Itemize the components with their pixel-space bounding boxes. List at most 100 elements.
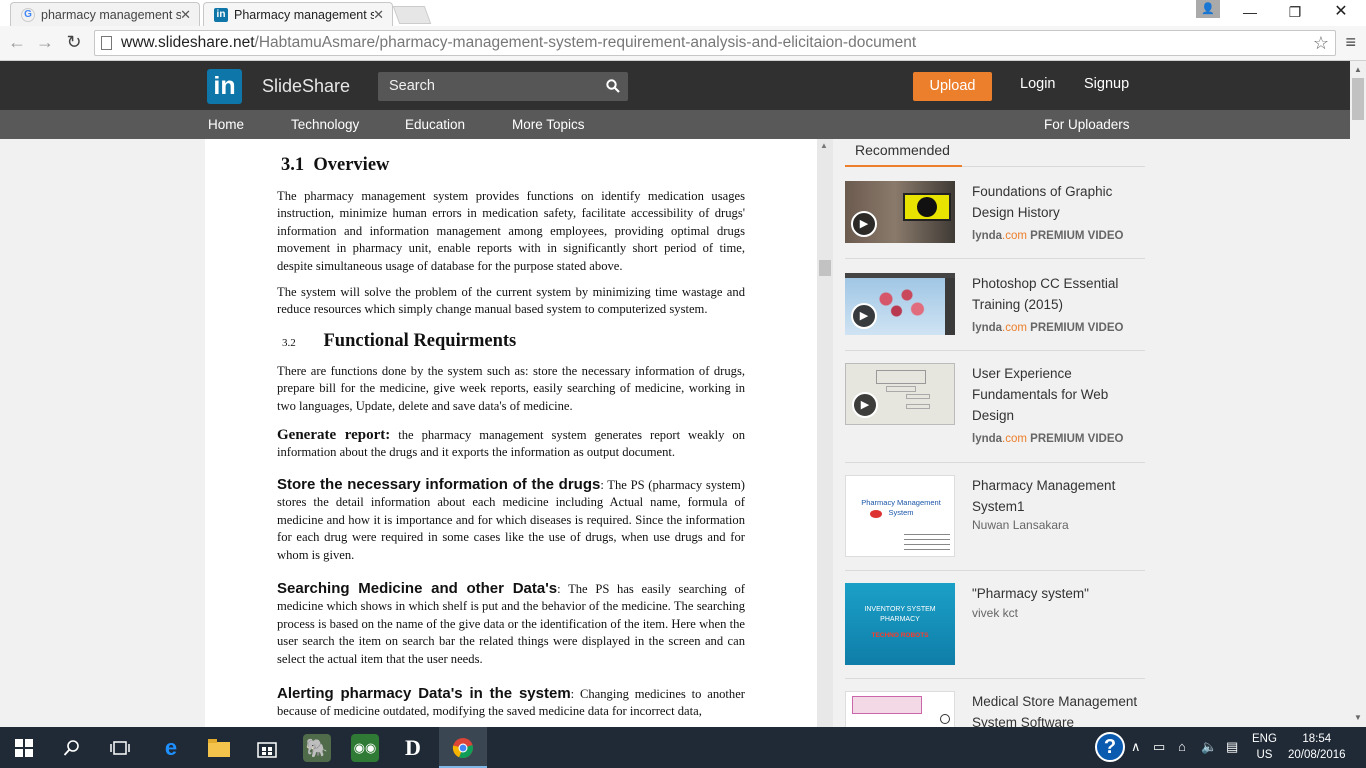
- heading-functional: 3.2 Functional Requirments: [282, 331, 517, 351]
- page-icon: [101, 36, 112, 50]
- play-icon[interactable]: ▶: [851, 303, 877, 329]
- recommended-card[interactable]: Pharmacy Management System Pharmacy Mana…: [845, 463, 1145, 571]
- searching-paragraph: Searching Medicine and other Data's: The…: [277, 580, 745, 666]
- search-icon[interactable]: [58, 734, 86, 762]
- scroll-down-arrow-icon[interactable]: ▼: [1354, 713, 1362, 722]
- recommended-card[interactable]: ▶ Foundations of Graphic Design History …: [845, 167, 1145, 259]
- browser-tab-slideshare[interactable]: in Pharmacy management sy ✕: [203, 2, 393, 26]
- search-icon[interactable]: [606, 72, 620, 103]
- tab-title: pharmacy management sy: [41, 7, 181, 22]
- clock-time: 18:54: [1302, 733, 1332, 745]
- edge-browser-icon[interactable]: e: [157, 734, 185, 762]
- video-thumbnail[interactable]: ▶: [845, 363, 955, 425]
- tripadvisor-icon[interactable]: ◉◉: [351, 734, 379, 762]
- scroll-up-arrow-icon[interactable]: ▲: [820, 141, 828, 150]
- card-title[interactable]: Photoshop CC Essential Training (2015): [972, 273, 1140, 315]
- restore-icon[interactable]: ❐: [1272, 0, 1318, 24]
- search-input[interactable]: Search: [378, 72, 628, 101]
- volume-icon[interactable]: 🔈: [1201, 739, 1217, 755]
- linkedin-favicon-icon: in: [214, 7, 228, 22]
- task-view-icon[interactable]: [106, 734, 134, 762]
- document-scroll-thumb[interactable]: [819, 260, 831, 276]
- thumbnail-wireframe: [906, 394, 930, 399]
- category-nav: Home Technology Education More Topics Fo…: [0, 110, 1350, 139]
- recommended-card[interactable]: Medical Store Management System Software: [845, 679, 1145, 727]
- nav-technology[interactable]: Technology: [291, 117, 359, 132]
- document-scrollbar[interactable]: ▲: [817, 139, 833, 727]
- forward-arrow-icon[interactable]: →: [34, 32, 56, 53]
- thumbnail-wireframe: [876, 370, 926, 384]
- thumbnail-circle: [940, 714, 950, 724]
- thumbnail-pill: [870, 510, 882, 518]
- page-scrollbar[interactable]: ▲ ▼: [1350, 61, 1366, 727]
- card-author[interactable]: vivek kct: [972, 606, 1018, 620]
- minimize-icon[interactable]: —: [1227, 0, 1273, 24]
- store-icon[interactable]: [253, 734, 281, 762]
- store-info-paragraph: Store the necessary information of the d…: [277, 476, 745, 562]
- browser-toolbar: ← → ↻ www.slideshare.net/HabtamuAsmare/p…: [0, 26, 1366, 61]
- play-icon[interactable]: ▶: [852, 392, 878, 418]
- new-tab-button[interactable]: [392, 6, 432, 24]
- file-explorer-icon[interactable]: [205, 734, 233, 762]
- page-scroll-thumb[interactable]: [1352, 78, 1364, 120]
- battery-icon[interactable]: ▭: [1153, 739, 1165, 755]
- functional-paragraph: There are functions done by the system s…: [277, 364, 745, 413]
- slide-thumbnail[interactable]: [845, 691, 955, 727]
- tab-title: Pharmacy management sy: [234, 7, 374, 22]
- overview-paragraph-2: The system will solve the problem of the…: [277, 285, 745, 317]
- reload-icon[interactable]: ↻: [63, 32, 85, 53]
- dictionary-app-icon[interactable]: D: [399, 734, 427, 762]
- nav-more-topics[interactable]: More Topics: [512, 117, 585, 132]
- card-author[interactable]: Nuwan Lansakara: [972, 518, 1069, 532]
- clock[interactable]: 18:54 20/08/2016: [1288, 731, 1346, 763]
- network-icon[interactable]: ⌂: [1178, 739, 1186, 754]
- chrome-menu-icon[interactable]: ≡: [1345, 32, 1356, 53]
- slide-thumbnail[interactable]: Pharmacy Management System: [845, 475, 955, 557]
- card-title[interactable]: Pharmacy Management System1: [972, 475, 1140, 517]
- scroll-up-arrow-icon[interactable]: ▲: [1354, 65, 1362, 74]
- close-tab-icon[interactable]: ✕: [180, 7, 191, 23]
- heading-overview: 3.1 Overview: [281, 155, 390, 175]
- browser-tab-google[interactable]: G pharmacy management sy ✕: [10, 2, 200, 26]
- upload-button[interactable]: Upload: [913, 72, 992, 101]
- card-title[interactable]: User Experience Fundamentals for Web Des…: [972, 363, 1140, 426]
- play-icon[interactable]: ▶: [851, 211, 877, 237]
- slideshare-header: in SlideShare Search Upload Login Signup: [0, 61, 1350, 110]
- thumbnail-text: INVENTORY SYSTEM PHARMACY: [864, 606, 936, 623]
- profile-icon[interactable]: 👤: [1196, 0, 1220, 18]
- login-link[interactable]: Login: [1020, 76, 1055, 92]
- page-content: 3.1 Overview The pharmacy management sys…: [0, 139, 1350, 727]
- card-title[interactable]: Medical Store Management System Software: [972, 691, 1140, 727]
- close-tab-icon[interactable]: ✕: [373, 7, 384, 23]
- thumbnail-lines: [904, 534, 950, 552]
- slide-thumbnail[interactable]: INVENTORY SYSTEM PHARMACY TECHNO ROBOTS: [845, 583, 955, 665]
- recommended-card[interactable]: ▶ Photoshop CC Essential Training (2015)…: [845, 259, 1145, 351]
- help-icon[interactable]: ?: [1095, 732, 1125, 762]
- card-title[interactable]: "Pharmacy system": [972, 583, 1140, 604]
- tab-recommended[interactable]: Recommended: [845, 139, 962, 167]
- document-viewer: 3.1 Overview The pharmacy management sys…: [205, 139, 817, 727]
- chrome-icon[interactable]: [449, 734, 477, 762]
- language-indicator[interactable]: ENG US: [1252, 731, 1277, 763]
- thumbnail-text: TECHNO ROBOTS: [871, 632, 929, 639]
- signup-link[interactable]: Signup: [1084, 76, 1129, 92]
- nav-for-uploaders[interactable]: For Uploaders: [1044, 117, 1130, 132]
- slideshare-brand[interactable]: SlideShare: [262, 76, 350, 97]
- video-thumbnail[interactable]: ▶: [845, 181, 955, 243]
- tray-expand-icon[interactable]: ∧: [1131, 739, 1141, 755]
- recommended-card[interactable]: INVENTORY SYSTEM PHARMACY TECHNO ROBOTS "…: [845, 571, 1145, 679]
- back-arrow-icon[interactable]: ←: [6, 32, 28, 53]
- nav-education[interactable]: Education: [405, 117, 465, 132]
- thumbnail-panel: [945, 278, 955, 335]
- nav-home[interactable]: Home: [208, 117, 244, 132]
- close-window-icon[interactable]: ✕: [1318, 0, 1364, 24]
- card-title[interactable]: Foundations of Graphic Design History: [972, 181, 1140, 223]
- windows-start-icon[interactable]: [10, 734, 38, 762]
- linkedin-logo[interactable]: in: [207, 69, 242, 104]
- address-bar[interactable]: www.slideshare.net/HabtamuAsmare/pharmac…: [94, 30, 1336, 56]
- bookmark-star-icon[interactable]: ☆: [1313, 31, 1329, 55]
- recommended-card[interactable]: ▶ User Experience Fundamentals for Web D…: [845, 351, 1145, 463]
- video-thumbnail[interactable]: ▶: [845, 273, 955, 335]
- message-icon[interactable]: ▤: [1226, 739, 1238, 755]
- evernote-icon[interactable]: 🐘: [303, 734, 331, 762]
